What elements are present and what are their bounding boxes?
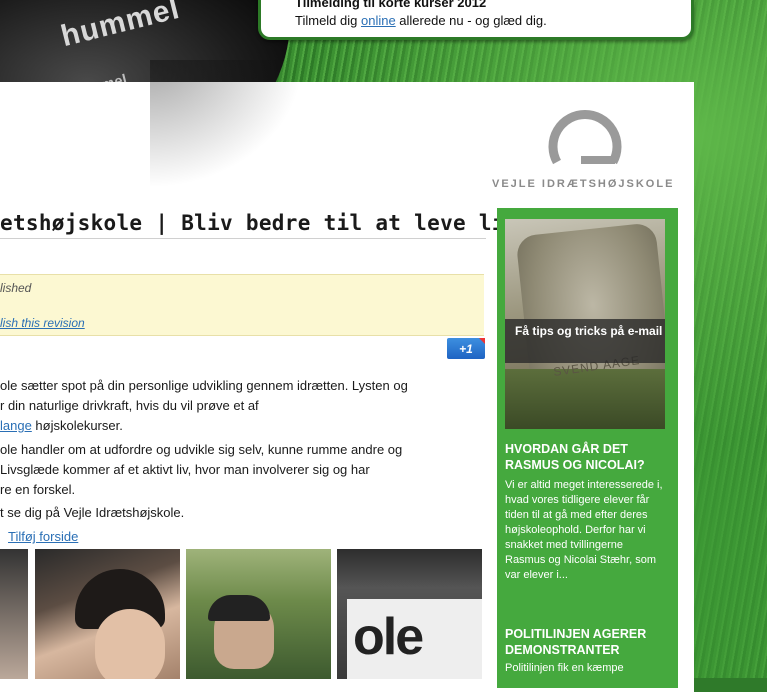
gallery-photo-3[interactable]: ole: [337, 549, 482, 679]
page-title: etshøjskole | Bliv bedre til at leve liv…: [0, 211, 544, 235]
news-heading-2[interactable]: Politilinjen agerer demonstranter: [505, 626, 670, 658]
intro-paragraph-1: ole sætter spot på din personlige udvikl…: [0, 378, 408, 433]
online-signup-link[interactable]: online: [361, 13, 396, 28]
news-heading-1[interactable]: Hvordan går det Rasmus og Nicolai?: [505, 441, 670, 473]
announcement-heading: Tilmelding til korte kurser 2012: [295, 0, 487, 10]
title-divider: [0, 238, 486, 239]
news-text-1: Vi er altid meget interesserede i, hvad …: [505, 479, 663, 581]
courses-link[interactable]: lange: [0, 418, 32, 433]
school-logo-text: VEJLE IDRÆTSHØJSKOLE: [492, 178, 675, 190]
photo-sign: ole: [347, 599, 482, 679]
announcement-box: Tilmelding til korte kurser 2012 Tilmeld…: [258, 0, 694, 40]
photo-person-face: [95, 609, 165, 679]
gallery-photo-2[interactable]: [186, 549, 331, 679]
shoe-brand-logo: hummel: [57, 0, 184, 54]
promo-foliage: [505, 369, 665, 429]
notice-status: lished: [0, 281, 32, 295]
news-text-2: Politilinjen fik en kæmpe: [505, 662, 624, 674]
school-logo-icon[interactable]: [543, 104, 627, 188]
publish-revision-link[interactable]: lish this revision: [0, 316, 85, 330]
gallery-photo-1[interactable]: [35, 549, 180, 679]
add-frontpage-link[interactable]: Tilføj forside: [8, 529, 78, 544]
intro-paragraph-2: ole handler om at udfordre og udvikle si…: [0, 442, 403, 497]
gallery-photo-0[interactable]: [0, 549, 28, 679]
announcement-line: Tilmeld dig online allerede nu - og glæd…: [295, 13, 547, 28]
photo-cyclist-helmet: [208, 595, 270, 621]
revision-notice: lished lish this revision: [0, 274, 484, 336]
sidebar: SVEND AAGE Få tips og tricks på e-mail H…: [497, 208, 678, 688]
newsletter-promo-image[interactable]: SVEND AAGE Få tips og tricks på e-mail: [505, 219, 665, 429]
plusone-corner: [479, 338, 485, 344]
intro-paragraph-3: t se dig på Vejle Idrætshøjskole.: [0, 505, 185, 520]
google-plusone-button[interactable]: +1: [447, 338, 485, 359]
newsletter-promo-caption[interactable]: Få tips og tricks på e-mail: [505, 319, 665, 363]
